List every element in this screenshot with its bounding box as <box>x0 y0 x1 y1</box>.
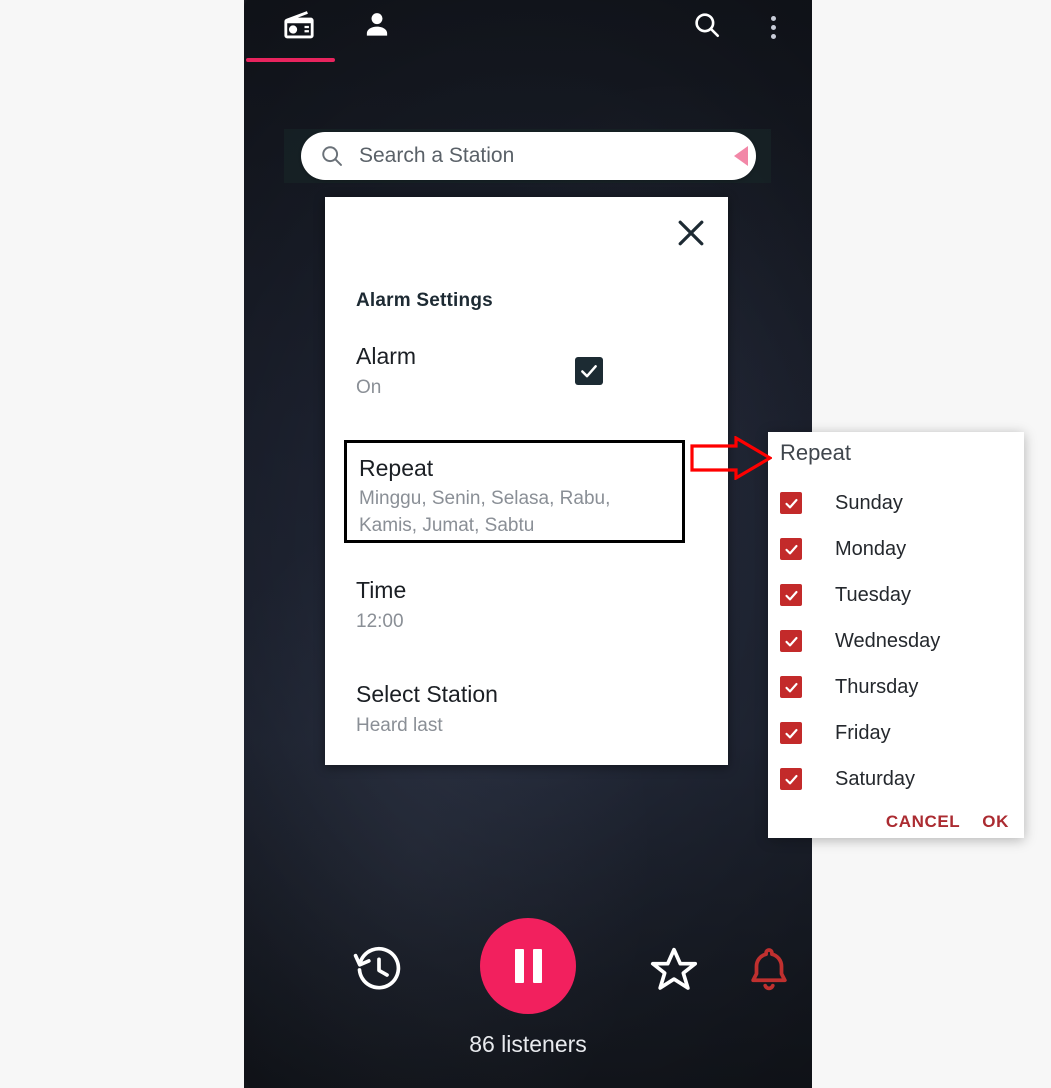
time-row-title: Time <box>356 577 407 603</box>
phone-screen: Search a Station Alarm Settings Alarm On… <box>244 0 812 1088</box>
checkbox-tuesday[interactable] <box>780 584 802 606</box>
station-row-subtitle: Heard last <box>356 715 443 736</box>
alarm-row-subtitle: On <box>356 377 382 398</box>
alarm-button[interactable] <box>739 941 799 1003</box>
checkbox-thursday[interactable] <box>780 676 802 698</box>
page-title: Alarm Settings <box>356 290 493 311</box>
person-icon <box>361 9 393 46</box>
repeat-setting-row[interactable]: Repeat Minggu, Senin, Selasa, Rabu, Kami… <box>344 440 685 543</box>
list-item-sunday[interactable]: Sunday <box>768 480 1024 526</box>
day-label-sunday: Sunday <box>835 491 903 514</box>
player-controls: 86 listeners <box>244 903 812 1088</box>
checkbox-sunday[interactable] <box>780 492 802 514</box>
day-label-friday: Friday <box>835 721 891 744</box>
close-icon <box>674 216 708 255</box>
repeat-dialog-actions: CANCEL OK <box>768 812 1024 832</box>
checkbox-alarm[interactable] <box>575 357 603 385</box>
repeat-row-subtitle: Minggu, Senin, Selasa, Rabu, Kamis, Juma… <box>359 488 611 536</box>
alarm-setting-row[interactable]: Alarm On <box>356 341 696 401</box>
search-input[interactable]: Search a Station <box>301 132 756 180</box>
search-accent-marker <box>734 146 748 166</box>
list-item-tuesday[interactable]: Tuesday <box>768 572 1024 618</box>
checkbox-saturday[interactable] <box>780 768 802 790</box>
overflow-menu-button[interactable] <box>750 2 796 52</box>
repeat-row-title: Repeat <box>359 455 434 481</box>
day-label-monday: Monday <box>835 537 907 560</box>
repeat-dialog-title: Repeat <box>780 440 851 465</box>
list-item-wednesday[interactable]: Wednesday <box>768 618 1024 664</box>
cancel-button[interactable]: CANCEL <box>886 812 960 832</box>
right-arrow-annotation <box>690 435 774 481</box>
day-label-saturday: Saturday <box>835 767 916 790</box>
list-item-monday[interactable]: Monday <box>768 526 1024 572</box>
bell-icon <box>744 943 794 1002</box>
list-item-thursday[interactable]: Thursday <box>768 664 1024 710</box>
history-icon <box>353 944 405 1001</box>
active-tab-indicator <box>246 58 335 62</box>
ok-button[interactable]: OK <box>982 812 1009 832</box>
station-row-title: Select Station <box>356 681 498 707</box>
listeners-count: 86 listeners <box>469 1031 587 1057</box>
alarm-row-title: Alarm <box>356 343 417 369</box>
star-outline-icon <box>648 944 700 1001</box>
list-item-saturday[interactable]: Saturday <box>768 756 1024 802</box>
time-setting-row[interactable]: Time 12:00 <box>356 575 696 635</box>
play-pause-button[interactable] <box>480 918 576 1014</box>
search-button[interactable] <box>680 2 734 52</box>
day-label-thursday: Thursday <box>835 675 919 698</box>
day-label-tuesday: Tuesday <box>835 583 911 606</box>
search-placeholder: Search a Station <box>359 144 515 167</box>
pause-icon <box>514 949 542 983</box>
search-icon <box>692 10 722 45</box>
sidebar-item-radio[interactable] <box>266 2 332 52</box>
checkbox-wednesday[interactable] <box>780 630 802 652</box>
select-station-row[interactable]: Select Station Heard last <box>356 679 696 739</box>
checkbox-monday[interactable] <box>780 538 802 560</box>
list-item-friday[interactable]: Friday <box>768 710 1024 756</box>
search-icon <box>319 143 345 169</box>
favorite-button[interactable] <box>644 942 704 1002</box>
sidebar-item-profile[interactable] <box>344 2 410 52</box>
more-vertical-icon <box>770 15 776 39</box>
radio-icon <box>279 8 319 47</box>
time-row-subtitle: 12:00 <box>356 611 404 632</box>
app-bar <box>244 0 812 68</box>
search-bar-container: Search a Station <box>284 129 771 183</box>
repeat-day-picker-dialog: Repeat Sunday Monday Tuesday Wednesday T… <box>768 432 1024 838</box>
history-button[interactable] <box>349 942 409 1002</box>
day-label-wednesday: Wednesday <box>835 629 941 652</box>
checkbox-friday[interactable] <box>780 722 802 744</box>
alarm-settings-dialog: Alarm Settings Alarm On Repeat Minggu, S… <box>325 197 728 765</box>
repeat-day-list: Sunday Monday Tuesday Wednesday Thursday <box>768 480 1024 802</box>
close-button[interactable] <box>667 211 715 259</box>
